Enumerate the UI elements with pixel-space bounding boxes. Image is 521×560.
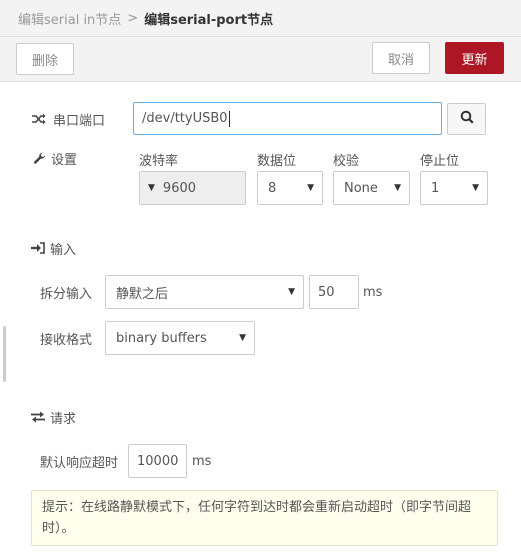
delete-button[interactable]: 删除 <box>16 43 74 75</box>
response-timeout-label: 默认响应超时 <box>40 455 119 471</box>
data-bits-select[interactable]: 8 ▼ <box>257 171 323 205</box>
breadcrumb-current: 编辑serial-port节点 <box>144 12 274 28</box>
baud-rate-label: 波特率 <box>139 154 179 169</box>
breadcrumb-separator: > <box>127 10 139 26</box>
caret-down-icon: ▼ <box>148 183 155 193</box>
sign-in-icon <box>30 242 46 254</box>
wrench-icon <box>31 152 47 165</box>
dropdown-arrow-icon: ▼ <box>472 183 479 193</box>
breadcrumb-parent[interactable]: 编辑serial in节点 <box>18 9 121 28</box>
dropdown-arrow-icon: ▼ <box>239 333 246 343</box>
input-section-label: 输入 <box>30 238 76 258</box>
stop-bits-label: 停止位 <box>420 154 460 169</box>
dropdown-arrow-icon: ▼ <box>394 183 401 193</box>
receive-format-select[interactable]: binary buffers ▼ <box>105 321 255 355</box>
stop-bits-select[interactable]: 1 ▼ <box>420 171 488 205</box>
shuffle-icon <box>31 113 47 125</box>
serial-port-input[interactable]: /dev/ttyUSB0 <box>133 102 442 135</box>
breadcrumb: 编辑serial in节点 > 编辑serial-port节点 <box>0 0 521 37</box>
tip-box: 提示：在线路静默模式下，任何字符到达时都会重新启动超时（即字节间超时）。 <box>31 490 498 546</box>
response-timeout-input[interactable]: 10000 <box>128 444 187 478</box>
search-icon <box>460 110 474 128</box>
split-input-select[interactable]: 静默之后 ▼ <box>105 275 304 309</box>
baud-rate-combo[interactable]: ▼ 9600 <box>139 171 246 205</box>
split-input-label: 拆分输入 <box>40 286 93 302</box>
resize-handle[interactable] <box>3 326 6 382</box>
toolbar: 删除 取消 更新 <box>0 37 521 82</box>
exchange-icon <box>30 411 46 423</box>
dropdown-arrow-icon: ▼ <box>288 287 295 297</box>
update-button[interactable]: 更新 <box>445 42 504 74</box>
split-timeout-input[interactable]: 50 <box>309 275 359 309</box>
port-search-button[interactable] <box>447 103 486 135</box>
text-cursor <box>228 110 230 127</box>
split-timeout-unit: ms <box>363 284 383 300</box>
receive-format-label: 接收格式 <box>40 332 93 348</box>
data-bits-label: 数据位 <box>257 154 297 169</box>
dropdown-arrow-icon: ▼ <box>307 183 314 193</box>
edit-form: 串口端口 /dev/ttyUSB0 设置 波特率 数据位 校验 停止位 ▼ 96… <box>0 82 521 560</box>
response-timeout-unit: ms <box>192 453 212 469</box>
parity-label: 校验 <box>333 154 360 169</box>
request-section-label: 请求 <box>30 407 76 427</box>
settings-label: 设置 <box>31 148 77 168</box>
parity-select[interactable]: None ▼ <box>333 171 410 205</box>
serial-port-label: 串口端口 <box>31 108 105 130</box>
cancel-button[interactable]: 取消 <box>372 42 430 74</box>
